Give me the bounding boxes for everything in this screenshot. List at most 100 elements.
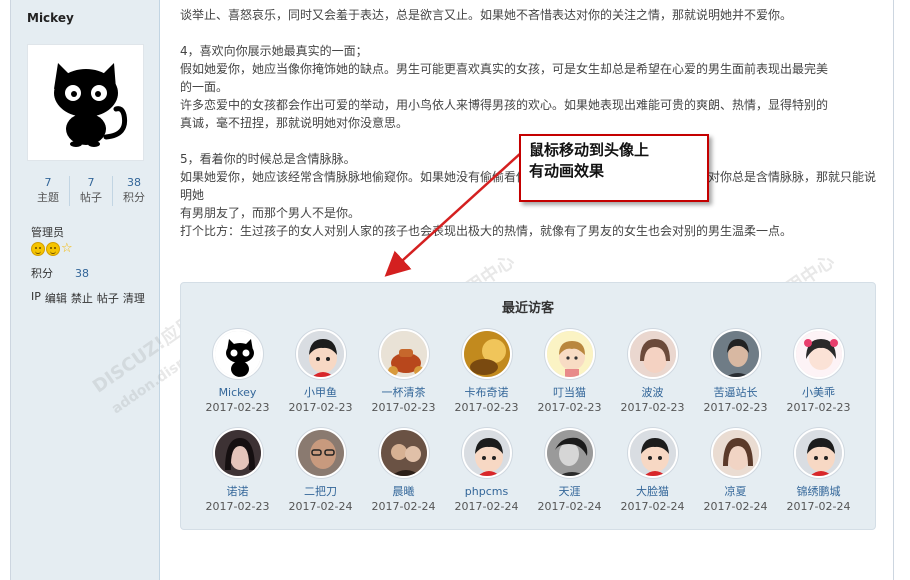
visitor-name[interactable]: Mickey: [219, 385, 257, 400]
stat-threads-count[interactable]: 7: [27, 176, 69, 190]
visitor-name[interactable]: 小美乖: [802, 385, 835, 400]
visitor-date: 2017-02-24: [537, 500, 602, 513]
stat-threads[interactable]: 7 主题: [27, 176, 70, 206]
visitor-name[interactable]: 天涯: [559, 484, 581, 499]
visitor-avatar[interactable]: [710, 329, 761, 379]
action-clean-link[interactable]: 清理: [123, 290, 145, 306]
visitor-item[interactable]: 小甲鱼 2017-02-23: [279, 329, 362, 416]
visitor-name[interactable]: 锦绣鹏城: [797, 484, 841, 499]
cartoon-boy-avatar-icon: [463, 430, 510, 476]
user-medals: ☆: [31, 242, 73, 256]
action-ip-link[interactable]: IP: [31, 290, 41, 306]
stat-credits-count[interactable]: 38: [113, 176, 155, 190]
visitor-date: 2017-02-24: [620, 500, 685, 513]
post-line: 谈举止、喜怒哀乐，同时又会羞于表达，总是欲言又止。如果她不吝惜表达对你的关注之情…: [180, 8, 793, 22]
visitor-item[interactable]: 一杯清茶 2017-02-23: [362, 329, 445, 416]
visitor-item[interactable]: 凉夏 2017-02-24: [694, 428, 777, 515]
visitor-avatar[interactable]: [793, 329, 844, 379]
anime-girl-avatar-icon: [795, 331, 842, 377]
visitor-avatar[interactable]: [378, 428, 429, 478]
cartoon-boy-avatar-icon: [795, 430, 842, 476]
frame-border-right: [893, 0, 894, 580]
post-line: 真诚，毫不扭捏，那就说明她对你没意思。: [180, 116, 409, 130]
visitor-grid: Mickey 2017-02-23 小甲鱼 2017-02-23 一杯清茶 20…: [196, 329, 862, 515]
visitor-avatar[interactable]: [212, 428, 263, 478]
post-line: 有男朋友了，而那个男人不是你。: [180, 206, 361, 220]
coffee-avatar-icon: [463, 331, 510, 377]
stat-credits-label: 积分: [123, 191, 145, 204]
user-sidebar: Mickey 7 主题 7 帖子 38 积分 管理员 ☆ 积分 38 IP 编辑…: [11, 0, 160, 580]
visitor-item[interactable]: 锦绣鹏城 2017-02-24: [777, 428, 860, 515]
user-avatar[interactable]: [27, 44, 144, 161]
visitor-avatar[interactable]: [793, 428, 844, 478]
bw-photo-avatar-icon: [546, 430, 593, 476]
visitor-name[interactable]: 一杯清茶: [382, 385, 426, 400]
stat-posts[interactable]: 7 帖子: [70, 176, 113, 206]
visitor-avatar[interactable]: [295, 428, 346, 478]
callout-line-2: 有动画效果: [529, 162, 605, 180]
user-credit-row: 积分 38: [31, 265, 89, 281]
stat-credits[interactable]: 38 积分: [113, 176, 155, 206]
cartoon-boy-avatar-icon: [629, 430, 676, 476]
visitor-date: 2017-02-23: [620, 401, 685, 414]
visitor-name[interactable]: 苦逼站长: [714, 385, 758, 400]
cartoon-boy-avatar-icon: [297, 331, 344, 377]
visitor-avatar[interactable]: [627, 329, 678, 379]
visitor-item[interactable]: 苦逼站长 2017-02-23: [694, 329, 777, 416]
man-photo-avatar-icon: [712, 331, 759, 377]
recent-visitors-panel: 最近访客 Mickey 2017-02-23 小甲鱼 2017-02-23 一杯…: [180, 282, 876, 530]
girl-photo-avatar-icon: [712, 430, 759, 476]
visitor-name[interactable]: 凉夏: [725, 484, 747, 499]
visitor-name[interactable]: 二把刀: [304, 484, 337, 499]
user-name-link[interactable]: Mickey: [27, 11, 74, 25]
visitor-item[interactable]: 卡布奇诺 2017-02-23: [445, 329, 528, 416]
visitor-avatar[interactable]: [710, 428, 761, 478]
credit-value: 38: [75, 267, 89, 280]
action-ban-link[interactable]: 禁止: [71, 290, 93, 306]
visitor-item[interactable]: 大脸猫 2017-02-24: [611, 428, 694, 515]
visitor-avatar[interactable]: [378, 329, 429, 379]
visitor-name[interactable]: 大脸猫: [636, 484, 669, 499]
post-content: 谈举止、喜怒哀乐，同时又会羞于表达，总是欲言又止。如果她不吝惜表达对你的关注之情…: [180, 6, 880, 240]
visitor-item[interactable]: 波波 2017-02-23: [611, 329, 694, 416]
action-posts-link[interactable]: 帖子: [97, 290, 119, 306]
visitor-date: 2017-02-23: [454, 401, 519, 414]
visitor-item[interactable]: 叮当猫 2017-02-23: [528, 329, 611, 416]
user-group[interactable]: 管理员: [31, 224, 64, 240]
visitor-date: 2017-02-23: [703, 401, 768, 414]
visitor-avatar[interactable]: [544, 428, 595, 478]
visitor-avatar[interactable]: [461, 428, 512, 478]
visitor-name[interactable]: 小甲鱼: [304, 385, 337, 400]
visitor-item[interactable]: 二把刀 2017-02-24: [279, 428, 362, 515]
dark-hair-girl-avatar-icon: [214, 430, 261, 476]
visitor-item[interactable]: phpcms 2017-02-24: [445, 428, 528, 515]
cartoon-girl-avatar-icon: [546, 331, 593, 377]
visitor-item[interactable]: 晨曦 2017-02-24: [362, 428, 445, 515]
visitor-item[interactable]: Mickey 2017-02-23: [196, 329, 279, 416]
action-edit-link[interactable]: 编辑: [45, 290, 67, 306]
post-line: 4，喜欢向你展示她最真实的一面；: [180, 44, 368, 58]
stat-threads-label: 主题: [37, 191, 59, 204]
visitor-avatar[interactable]: [544, 329, 595, 379]
visitor-item[interactable]: 诺诺 2017-02-23: [196, 428, 279, 515]
visitor-item[interactable]: 天涯 2017-02-24: [528, 428, 611, 515]
recent-visitors-title: 最近访客: [501, 301, 554, 316]
visitor-date: 2017-02-24: [288, 500, 353, 513]
visitor-avatar[interactable]: [295, 329, 346, 379]
visitor-name[interactable]: 晨曦: [393, 484, 415, 499]
visitor-name[interactable]: phpcms: [465, 484, 508, 499]
girl-photo-avatar-icon: [629, 331, 676, 377]
stat-posts-label: 帖子: [80, 191, 102, 204]
visitor-name[interactable]: 波波: [642, 385, 664, 400]
visitor-name[interactable]: 诺诺: [227, 484, 249, 499]
user-stats: 7 主题 7 帖子 38 积分: [27, 176, 155, 206]
visitor-avatar[interactable]: [461, 329, 512, 379]
visitor-name[interactable]: 卡布奇诺: [465, 385, 509, 400]
admin-actions: IP 编辑 禁止 帖子 清理: [31, 290, 145, 306]
stat-posts-count[interactable]: 7: [70, 176, 112, 190]
visitor-name[interactable]: 叮当猫: [553, 385, 586, 400]
visitor-avatar[interactable]: [212, 329, 263, 379]
visitor-item[interactable]: 小美乖 2017-02-23: [777, 329, 860, 416]
post-line: 假如她爱你，她应当像你掩饰她的缺点。男生可能更喜欢真实的女孩，可是女生却总是希望…: [180, 62, 829, 76]
visitor-avatar[interactable]: [627, 428, 678, 478]
